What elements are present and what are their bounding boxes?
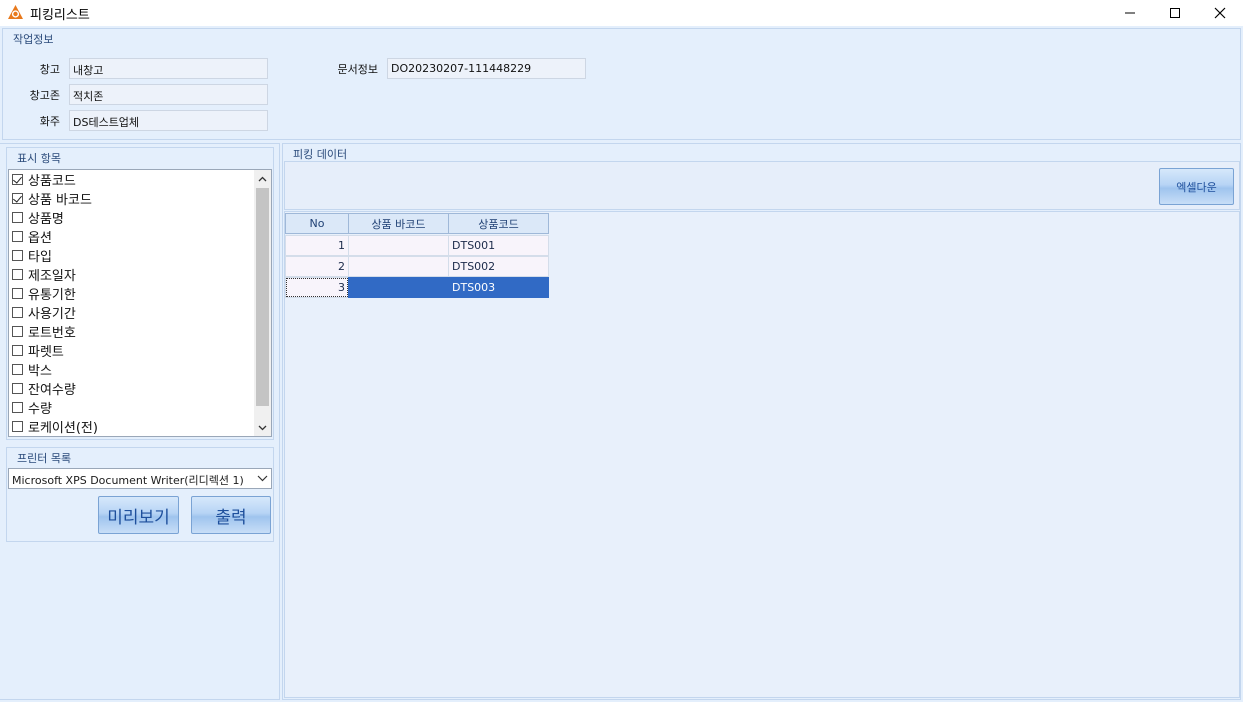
zone-label: 창고존 bbox=[29, 89, 60, 102]
work-info-title: 작업정보 bbox=[13, 33, 54, 46]
doc-field[interactable]: DO20230207-111448229 bbox=[387, 58, 586, 79]
printer-select[interactable]: Microsoft XPS Document Writer(리디렉션 1) bbox=[8, 468, 272, 489]
list-item-label: 로케이션(전) bbox=[28, 421, 98, 436]
cell-no[interactable]: 2 bbox=[285, 256, 349, 277]
list-item[interactable]: 상품코드 bbox=[12, 170, 76, 189]
printer-title: 프린터 목록 bbox=[17, 452, 72, 465]
cell-barcode[interactable] bbox=[348, 235, 449, 256]
checkbox[interactable] bbox=[12, 174, 23, 185]
scroll-thumb[interactable] bbox=[256, 188, 269, 406]
window-title: 피킹리스트 bbox=[30, 8, 90, 23]
cell-barcode[interactable] bbox=[348, 277, 449, 298]
warehouse-field[interactable]: 내창고 bbox=[69, 58, 268, 79]
checkbox[interactable] bbox=[12, 212, 23, 223]
picking-data-title: 피킹 데이터 bbox=[293, 148, 348, 161]
list-item-label: 로트번호 bbox=[28, 326, 76, 341]
owner-field[interactable]: DS테스트업체 bbox=[69, 110, 268, 131]
cell-barcode[interactable] bbox=[348, 256, 449, 277]
list-scrollbar[interactable] bbox=[254, 170, 271, 436]
list-item-label: 상품명 bbox=[28, 212, 64, 227]
list-item[interactable]: 제조일자 bbox=[12, 265, 76, 284]
list-item[interactable]: 유통기한 bbox=[12, 284, 76, 303]
chevron-down-icon bbox=[257, 475, 268, 482]
list-item-label: 제조일자 bbox=[28, 269, 76, 284]
minimize-icon bbox=[1125, 12, 1135, 14]
list-item[interactable]: 파렛트 bbox=[12, 341, 64, 360]
list-item[interactable]: 로케이션(전) bbox=[12, 417, 98, 436]
close-button[interactable] bbox=[1197, 0, 1243, 26]
chevron-up-icon bbox=[258, 176, 267, 181]
column-header-barcode[interactable]: 상품 바코드 bbox=[348, 213, 449, 234]
checkbox[interactable] bbox=[12, 269, 23, 280]
list-item-label: 타입 bbox=[28, 250, 52, 265]
list-item[interactable]: 타입 bbox=[12, 246, 52, 265]
checkbox[interactable] bbox=[12, 193, 23, 204]
list-item[interactable]: 수량 bbox=[12, 398, 52, 417]
checkbox[interactable] bbox=[12, 383, 23, 394]
list-item-label: 옵션 bbox=[28, 231, 52, 246]
warehouse-label: 창고 bbox=[39, 63, 60, 76]
display-items-title: 표시 항목 bbox=[17, 152, 61, 165]
title-bar: 피킹리스트 bbox=[0, 0, 1243, 26]
list-item-label: 박스 bbox=[28, 364, 52, 379]
list-item-label: 상품코드 bbox=[28, 174, 76, 189]
checkbox[interactable] bbox=[12, 364, 23, 375]
list-item-label: 잔여수량 bbox=[28, 383, 76, 398]
checkbox[interactable] bbox=[12, 307, 23, 318]
column-header-no[interactable]: No bbox=[285, 213, 349, 234]
zone-field[interactable]: 적치존 bbox=[69, 84, 268, 105]
checkbox[interactable] bbox=[12, 421, 23, 432]
list-item[interactable]: 잔여수량 bbox=[12, 379, 76, 398]
display-items-list[interactable]: 상품코드상품 바코드상품명옵션타입제조일자유통기한사용기간로트번호파렛트박스잔여… bbox=[8, 169, 272, 437]
list-item[interactable]: 상품 바코드 bbox=[12, 189, 92, 208]
excel-download-button[interactable]: 엑셀다운 bbox=[1159, 168, 1234, 205]
list-item-label: 파렛트 bbox=[28, 345, 64, 360]
minimize-button[interactable] bbox=[1107, 0, 1153, 26]
picking-toolbar bbox=[284, 161, 1240, 210]
list-item[interactable]: 상품명 bbox=[12, 208, 64, 227]
list-item-label: 상품 바코드 bbox=[28, 193, 92, 208]
cell-code[interactable]: DTS003 bbox=[448, 277, 549, 298]
checkbox[interactable] bbox=[12, 288, 23, 299]
list-item[interactable]: 박스 bbox=[12, 360, 52, 379]
checkbox[interactable] bbox=[12, 402, 23, 413]
list-item-label: 수량 bbox=[28, 402, 52, 417]
checkbox[interactable] bbox=[12, 231, 23, 242]
print-button[interactable]: 출력 bbox=[191, 496, 271, 534]
cell-no[interactable]: 3 bbox=[285, 277, 349, 298]
checkbox[interactable] bbox=[12, 250, 23, 261]
cell-code[interactable]: DTS002 bbox=[448, 256, 549, 277]
doc-label: 문서정보 bbox=[337, 63, 378, 76]
cell-code[interactable]: DTS001 bbox=[448, 235, 549, 256]
cell-no[interactable]: 1 bbox=[285, 235, 349, 256]
list-item-label: 사용기간 bbox=[28, 307, 76, 322]
maximize-icon bbox=[1170, 8, 1180, 18]
preview-button[interactable]: 미리보기 bbox=[98, 496, 179, 534]
maximize-button[interactable] bbox=[1152, 0, 1198, 26]
list-item[interactable]: 로트번호 bbox=[12, 322, 76, 341]
scroll-up-arrow[interactable] bbox=[254, 170, 271, 187]
list-item-label: 유통기한 bbox=[28, 288, 76, 303]
checkbox[interactable] bbox=[12, 345, 23, 356]
list-item[interactable]: 사용기간 bbox=[12, 303, 76, 322]
owner-label: 화주 bbox=[39, 115, 60, 128]
scroll-down-arrow[interactable] bbox=[254, 419, 271, 436]
printer-select-value: Microsoft XPS Document Writer(리디렉션 1) bbox=[12, 474, 244, 487]
column-header-code[interactable]: 상품코드 bbox=[448, 213, 549, 234]
cl-app-icon bbox=[8, 5, 23, 19]
list-item[interactable]: 옵션 bbox=[12, 227, 52, 246]
checkbox[interactable] bbox=[12, 326, 23, 337]
close-icon bbox=[1214, 7, 1226, 19]
chevron-down-icon bbox=[258, 425, 267, 430]
